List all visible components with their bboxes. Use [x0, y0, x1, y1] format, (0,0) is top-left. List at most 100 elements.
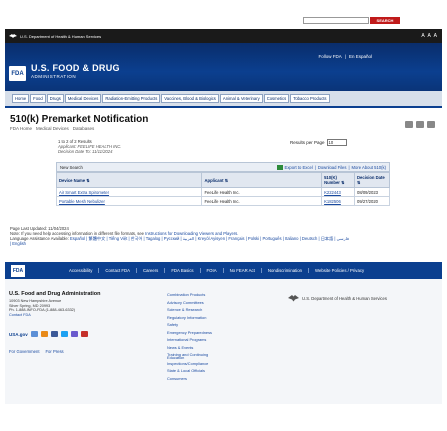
- footer-topic-link[interactable]: Safety: [167, 321, 212, 329]
- search-button[interactable]: SEARCH: [370, 17, 400, 24]
- footer-link-nofear[interactable]: No FEAR Act: [224, 268, 262, 273]
- breadcrumb-databases[interactable]: Databases: [73, 126, 95, 131]
- footer: U.S. Food and Drug Administration 10903 …: [5, 279, 442, 404]
- footer-topic-link[interactable]: Inspections/Compliance: [167, 360, 212, 368]
- footer-contact-link[interactable]: Contact FDA: [9, 313, 75, 318]
- nav-tab-radiation[interactable]: Radiation-Emitting Products: [102, 94, 161, 103]
- agency-brand[interactable]: U.S. FOOD & DRUG ADMINISTRATION: [31, 63, 120, 79]
- table-toolbar: New Search Export to Excel | Download Fi…: [56, 162, 390, 172]
- footer-topic-link[interactable]: Science & Research: [167, 306, 212, 314]
- share-icon[interactable]: [416, 121, 424, 128]
- results-table: Device Name ⇅ Applicant ⇅ 510(K) Number …: [55, 172, 390, 206]
- nav-tab-drugs[interactable]: Drugs: [46, 94, 64, 103]
- search-input[interactable]: [303, 17, 369, 24]
- page-notes: Page Last Updated: 11/04/2024 Note: If y…: [10, 226, 440, 246]
- table-row: Air Smart Extra Spirometer FeeLife Healt…: [55, 187, 390, 197]
- col-decision-date[interactable]: Decision Date ⇅: [354, 172, 390, 188]
- language-links[interactable]: Español | 繁體中文 | Tiếng Việt | 한국어 | Taga…: [70, 236, 349, 241]
- breadcrumb-medical-devices[interactable]: Medical Devices: [36, 126, 69, 131]
- nav-tab-medical-devices[interactable]: Medical Devices: [64, 94, 102, 103]
- footer-link-careers[interactable]: Careers: [137, 268, 166, 273]
- sort-icon[interactable]: ⇅: [357, 180, 361, 185]
- footer-topic-link[interactable]: Combination Products: [167, 291, 212, 299]
- nav-tab-home[interactable]: Home: [12, 94, 30, 103]
- footer-link-contact[interactable]: Contact FDA: [99, 268, 138, 273]
- excel-icon: [276, 164, 283, 170]
- nav-tab-cosmetics[interactable]: Cosmetics: [263, 94, 290, 103]
- footer-link-nondiscrimination[interactable]: Nondiscrimination: [262, 268, 310, 273]
- font-size-controls[interactable]: A A A: [421, 33, 438, 39]
- nav-tab-food[interactable]: Food: [30, 94, 46, 103]
- hhs-label[interactable]: U.S. Department of Health & Human Servic…: [20, 34, 101, 39]
- decision-date-cell: 08/09/2023: [354, 187, 390, 197]
- col-510k-number[interactable]: 510(K) Number ⇅: [321, 172, 356, 188]
- breadcrumb-fda-home[interactable]: FDA Home: [10, 126, 32, 131]
- footer-agency-name: U.S. Food and Drug Administration: [9, 291, 101, 297]
- nav-tab-animal[interactable]: Animal & Veterinary: [219, 94, 263, 103]
- espanol-link[interactable]: En Español: [349, 54, 372, 59]
- per-page-label: Results per Page: [290, 140, 325, 145]
- footer-topic-link[interactable]: Advisory Committees: [167, 299, 212, 307]
- social-links: USA.gov: [9, 331, 88, 337]
- export-excel-link[interactable]: Export to Excel: [285, 165, 313, 170]
- sort-icon[interactable]: ⇅: [224, 178, 229, 183]
- header-divider: |: [344, 54, 346, 59]
- results-summary: 1 to 2 of 2 Results Applicant: FEELIFE H…: [58, 139, 121, 155]
- per-page-select[interactable]: 10: [326, 139, 347, 146]
- table-row: Portable Mesh Nebulizer FeeLife Health I…: [55, 196, 390, 206]
- footer-link-basics[interactable]: FDA Basics: [165, 268, 201, 273]
- footer-link-foia[interactable]: FOIA: [201, 268, 224, 273]
- footer-topic-link[interactable]: News & Events: [167, 344, 212, 352]
- nav-tab-tobacco[interactable]: Tobacco Products: [290, 94, 330, 103]
- footer-link-policies[interactable]: Website Policies / Privacy: [309, 268, 370, 273]
- footer-topic-link[interactable]: Emergency Preparedness: [167, 329, 212, 337]
- hhs-eagle-icon: [9, 34, 17, 38]
- header-links: Follow FDA | En Español: [319, 54, 372, 59]
- decision-date-filter: Decision Date To: 11/11/2024: [58, 149, 113, 155]
- decision-date-cell: 09/27/2020: [354, 196, 390, 206]
- twitter-icon[interactable]: [60, 331, 68, 337]
- footer-hhs[interactable]: U.S. Department of Health & Human Servic…: [288, 293, 387, 303]
- col-applicant[interactable]: Applicant ⇅: [201, 172, 323, 188]
- flickr-icon[interactable]: [70, 331, 78, 337]
- hhs-eagle-icon: [288, 295, 299, 302]
- results-table-container: New Search Export to Excel | Download Fi…: [55, 162, 390, 206]
- device-link[interactable]: Air Smart Extra Spirometer: [59, 190, 109, 195]
- nav-tab-vaccines[interactable]: Vaccines, Blood & Biologics: [161, 94, 219, 103]
- footer-topic-link[interactable]: Regulatory Information: [167, 314, 212, 322]
- footer-nav: FDA Accessibility Contact FDA Careers FD…: [5, 262, 442, 279]
- results-per-page: Results per Page 10: [290, 139, 347, 146]
- footer-address: 10903 New Hampshire Avenue Silver Spring…: [9, 299, 75, 317]
- english-link[interactable]: | English: [10, 241, 26, 246]
- sort-icon[interactable]: ⇅: [85, 178, 90, 183]
- usagov-logo[interactable]: USA.gov: [9, 332, 28, 337]
- new-search-link[interactable]: New Search: [60, 165, 83, 170]
- for-press-link[interactable]: For Press: [46, 349, 64, 354]
- footer-topic-link[interactable]: State & Local Officials: [167, 367, 212, 375]
- footer-topic-link[interactable]: International Programs: [167, 336, 212, 344]
- fda-logo[interactable]: FDA: [9, 66, 26, 81]
- print-icon[interactable]: [405, 121, 413, 128]
- email-icon[interactable]: [30, 331, 38, 337]
- breadcrumb: FDA Home Medical Devices Databases: [10, 126, 94, 131]
- device-link[interactable]: Portable Mesh Nebulizer: [59, 199, 105, 204]
- follow-fda-link[interactable]: Follow FDA: [319, 54, 342, 59]
- download-files-link[interactable]: Download Files: [318, 165, 347, 170]
- facebook-icon[interactable]: [50, 331, 58, 337]
- rss-icon[interactable]: [40, 331, 48, 337]
- youtube-icon[interactable]: [80, 331, 88, 337]
- footer-link-accessibility[interactable]: Accessibility: [63, 268, 100, 273]
- email-icon[interactable]: [427, 121, 435, 128]
- main-nav: Home Food Drugs Medical Devices Radiatio…: [5, 91, 442, 108]
- hhs-top-bar: U.S. Department of Health & Human Servic…: [5, 29, 442, 43]
- site-banner: FDA U.S. FOOD & DRUG ADMINISTRATION Foll…: [5, 43, 442, 91]
- more-about-link[interactable]: More About 510(k): [352, 165, 386, 170]
- sort-icon[interactable]: ⇅: [340, 180, 345, 185]
- for-government-link[interactable]: For Government: [9, 349, 40, 354]
- col-device-name[interactable]: Device Name ⇅: [55, 172, 203, 188]
- footer-fda-logo[interactable]: FDA: [11, 264, 25, 277]
- 510k-number-link[interactable]: K222443: [324, 190, 341, 195]
- audience-links: For Government For Press: [9, 349, 64, 354]
- 510k-number-link[interactable]: K182506: [324, 199, 341, 204]
- footer-topic-link[interactable]: Consumers: [167, 375, 212, 383]
